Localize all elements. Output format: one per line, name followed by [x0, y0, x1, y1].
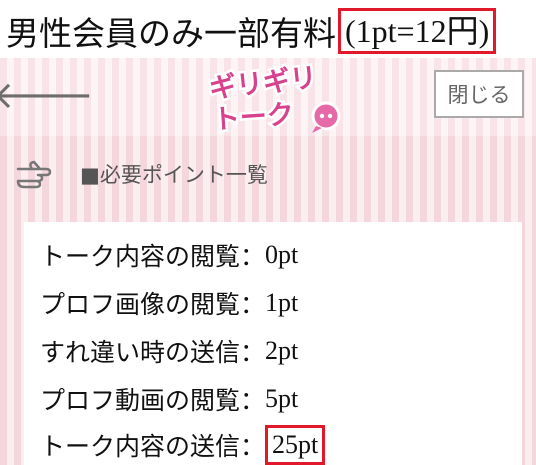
- close-button[interactable]: 閉じる: [434, 70, 524, 118]
- point-value: 5pt: [265, 384, 299, 413]
- price-highlight: (1pt=12円): [338, 8, 497, 54]
- caption: 男性会員のみ一部有料 (1pt=12円): [6, 8, 497, 54]
- point-value: 1pt: [265, 288, 299, 317]
- point-row: プロフ画像の閲覧： 1pt: [40, 284, 298, 322]
- pointing-hand-icon: [16, 160, 52, 189]
- point-row: プロフ動画の閲覧： 5pt: [40, 380, 298, 418]
- app-screen: 🡐 ギリギリ トーク 閉じる ■必要ポイント一覧 トーク内容の閲覧： 0pt プロ…: [0, 58, 536, 465]
- logo-line2: トーク: [212, 99, 295, 134]
- point-label: すれ違い時の送信：: [40, 338, 266, 367]
- logo-line1: ギリギリ: [208, 62, 319, 104]
- caption-text: 男性会員のみ一部有料: [6, 14, 336, 53]
- header-bar: 🡐 ギリギリ トーク 閉じる: [0, 58, 536, 136]
- points-panel: トーク内容の閲覧： 0pt プロフ画像の閲覧： 1pt すれ違い時の送信： 2pt プ…: [24, 222, 522, 465]
- section-heading: ■必要ポイント一覧: [16, 154, 268, 194]
- point-value: 2pt: [265, 336, 299, 365]
- point-row: すれ違い時の送信： 2pt: [40, 332, 298, 370]
- section-title: ■必要ポイント一覧: [80, 163, 268, 187]
- point-row: トーク内容の閲覧： 0pt: [40, 236, 298, 274]
- point-label: プロフ動画の閲覧：: [40, 386, 266, 415]
- point-value: 0pt: [265, 240, 299, 269]
- point-label: トーク内容の閲覧：: [40, 242, 266, 271]
- point-label: トーク内容の送信：: [40, 432, 266, 461]
- app-logo: ギリギリ トーク: [205, 62, 341, 134]
- point-row: トーク内容の送信： 25pt: [40, 425, 326, 465]
- point-value-highlight: 25pt: [265, 425, 326, 465]
- point-label: プロフ画像の閲覧：: [40, 290, 266, 319]
- arrow-left-icon: 🡐: [0, 73, 94, 117]
- back-button[interactable]: 🡐: [0, 74, 94, 116]
- speech-bubble-icon: [311, 101, 341, 133]
